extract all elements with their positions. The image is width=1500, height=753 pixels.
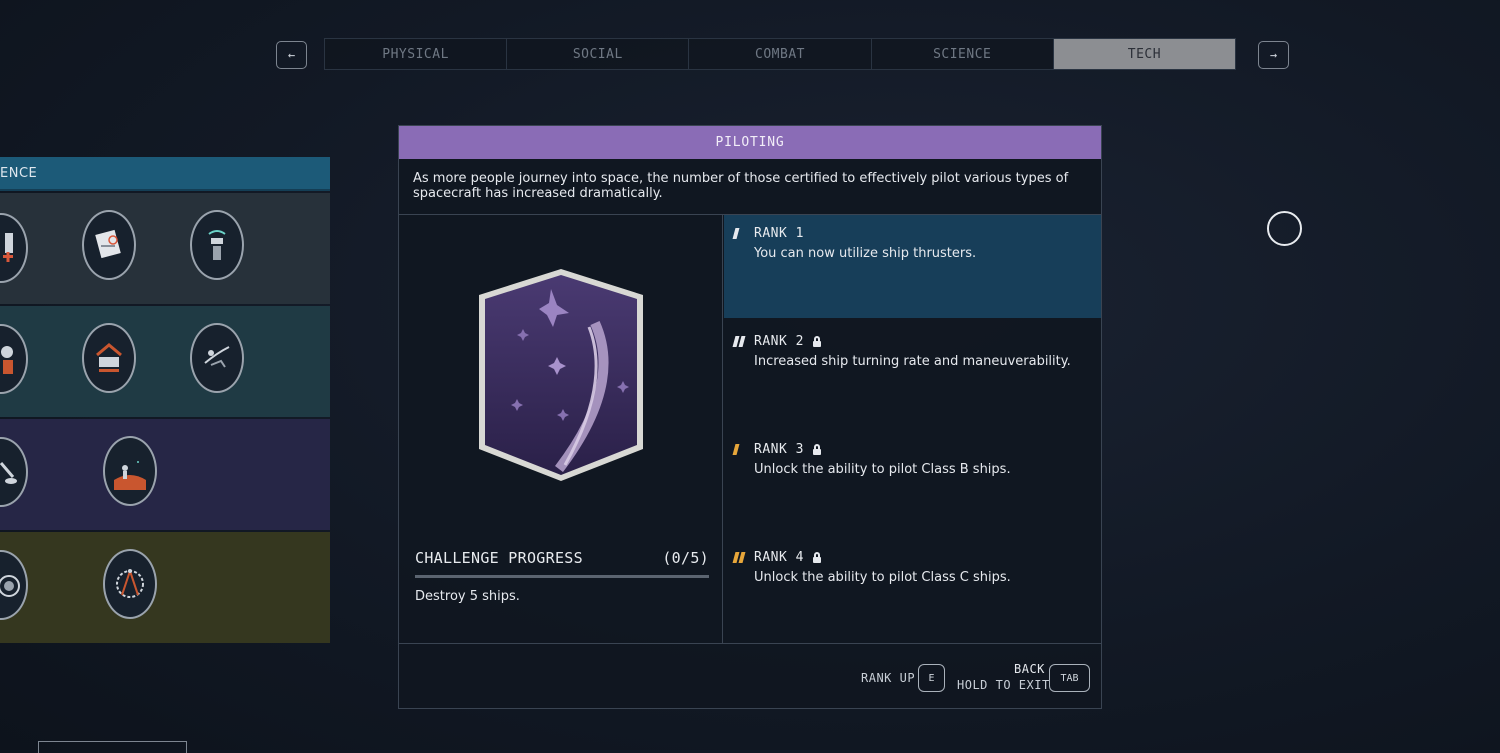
challenge-count: (0/5) — [662, 549, 709, 567]
back-button[interactable]: TAB — [1049, 664, 1090, 692]
arrow-right-icon: → — [1269, 48, 1278, 62]
rank-2-marker-icon — [732, 336, 754, 347]
rank-description: Unlock the ability to pilot Class C ship… — [754, 570, 1011, 585]
tab-tech[interactable]: TECH — [1053, 39, 1236, 69]
challenge-progress-header: CHALLENGE PROGRESS (0/5) — [415, 549, 709, 567]
skill-badge-section: CHALLENGE PROGRESS (0/5) Destroy 5 ships… — [399, 215, 723, 643]
rank-label: RANK 2 — [754, 334, 804, 349]
rank-label: RANK 1 — [754, 226, 804, 241]
hold-to-exit-label: HOLD TO EXIT — [957, 678, 1050, 692]
challenge-description: Destroy 5 ships. — [415, 589, 520, 604]
skill-description: As more people journey into space, the n… — [399, 159, 1101, 215]
challenge-label: CHALLENGE PROGRESS — [415, 549, 583, 567]
bottom-panel-edge — [38, 741, 187, 753]
back-label: BACK — [1014, 662, 1045, 676]
rank-list: RANK 1 You can now utilize ship thruster… — [724, 215, 1101, 643]
skill-tier-4 — [0, 532, 330, 643]
astronaut-planet-icon[interactable] — [103, 436, 157, 506]
compass-gear-icon[interactable] — [103, 549, 157, 619]
rank-1[interactable]: RANK 1 You can now utilize ship thruster… — [724, 215, 1101, 318]
tab-physical[interactable]: PHYSICAL — [325, 39, 508, 69]
next-category-button[interactable]: → — [1258, 41, 1289, 69]
rank-3-marker-icon — [732, 444, 754, 455]
skill-detail-panel: PILOTING As more people journey into spa… — [398, 125, 1102, 709]
lock-icon — [812, 336, 822, 347]
scanner-icon[interactable] — [190, 210, 244, 280]
document-icon[interactable] — [82, 210, 136, 280]
prev-category-button[interactable]: ← — [276, 41, 307, 69]
lock-icon — [812, 552, 822, 563]
rank-description: You can now utilize ship thrusters. — [754, 246, 977, 261]
skill-tree-header: ENCE — [0, 157, 330, 191]
tool-icon[interactable] — [0, 437, 28, 507]
rank-2[interactable]: RANK 2 Increased ship turning rate and m… — [724, 323, 1101, 426]
panel-footer: RANK UP E BACK HOLD TO EXIT TAB — [399, 643, 1101, 709]
lock-icon — [812, 444, 822, 455]
category-tabs: PHYSICAL SOCIAL COMBAT SCIENCE TECH — [324, 38, 1236, 70]
gear-hand-icon[interactable] — [0, 213, 28, 283]
tab-science[interactable]: SCIENCE — [871, 39, 1054, 69]
rank-4[interactable]: RANK 4 Unlock the ability to pilot Class… — [724, 539, 1101, 642]
tab-combat[interactable]: COMBAT — [689, 39, 872, 69]
skill-tree: ENCE — [0, 157, 330, 645]
cursor-reticle — [1267, 211, 1302, 246]
challenge-progress-bar — [415, 575, 709, 578]
arrow-left-icon: ← — [287, 48, 296, 62]
robot-icon[interactable] — [0, 324, 28, 394]
skill-tier-2 — [0, 306, 330, 417]
rank-4-marker-icon — [732, 552, 754, 563]
workbench-icon[interactable] — [82, 323, 136, 393]
rank-label: RANK 4 — [754, 550, 804, 565]
rank-description: Unlock the ability to pilot Class B ship… — [754, 462, 1011, 477]
skill-title: PILOTING — [399, 126, 1101, 159]
reactor-icon[interactable] — [0, 550, 28, 620]
rank-label: RANK 3 — [754, 442, 804, 457]
rank-3[interactable]: RANK 3 Unlock the ability to pilot Class… — [724, 431, 1101, 534]
planet-creature-icon[interactable] — [190, 323, 244, 393]
ship-patch-icon — [473, 265, 649, 485]
tab-social[interactable]: SOCIAL — [507, 39, 690, 69]
rank-description: Increased ship turning rate and maneuver… — [754, 354, 1071, 369]
skill-tier-1 — [0, 193, 330, 304]
rank-1-marker-icon — [732, 228, 754, 239]
rank-up-button[interactable]: E — [918, 664, 945, 692]
rank-up-label: RANK UP — [861, 671, 916, 685]
skill-tier-3 — [0, 419, 330, 530]
